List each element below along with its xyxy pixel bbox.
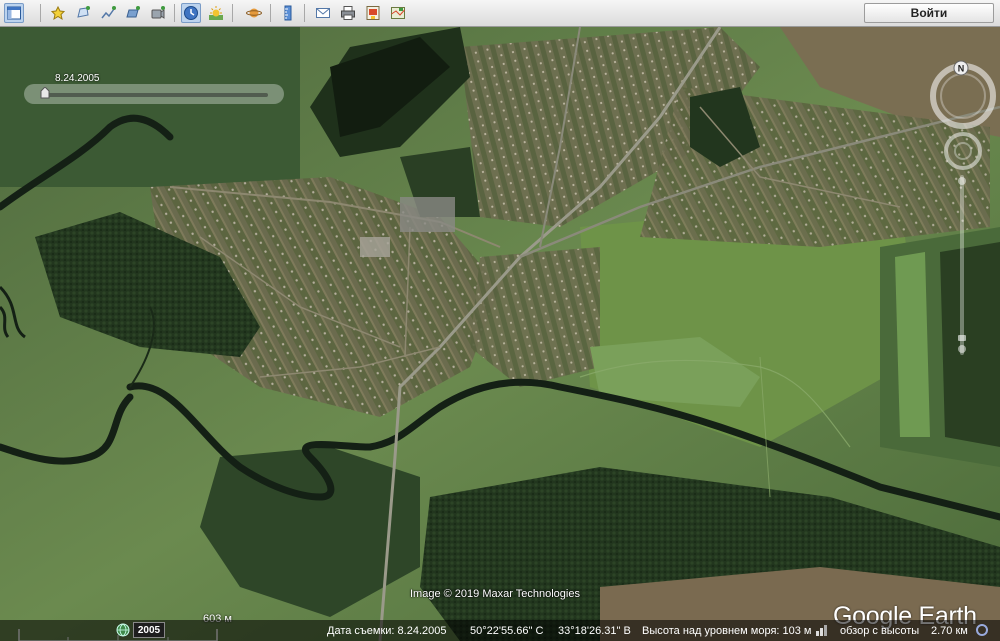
path-icon [101,6,116,19]
ruler-button[interactable] [278,3,298,23]
toolbar-separator [304,4,305,22]
eye-altitude-value: 2.70 км [931,625,968,637]
zoom-slider-thumb[interactable] [958,335,966,341]
toolbar-separator [40,4,41,22]
latitude-readout: 50°22'55.66" С [470,625,544,637]
time-slider-date: 8.24.2005 [55,73,100,84]
placemark-icon [50,5,66,21]
record-tour-button[interactable] [148,3,168,23]
imagery-year-badge[interactable]: 2005 [133,622,165,638]
time-slider-track[interactable] [42,93,268,97]
zoom-in-icon[interactable] [958,177,966,185]
add-polygon-button[interactable] [73,3,93,23]
planet-icon [246,8,262,18]
toolbar-separator [174,4,175,22]
sidebar-icon [7,6,21,20]
sun-icon [209,6,223,20]
historical-time-slider[interactable] [24,84,284,104]
print-button[interactable] [338,3,358,23]
sunlight-button[interactable] [206,3,226,23]
capture-date: Дата съемки: 8.24.2005 [327,625,447,637]
historical-imagery-button[interactable] [181,3,201,23]
map-view-icon [391,7,405,19]
time-slider-thumb[interactable] [40,87,50,99]
zoom-slider[interactable] [957,175,967,355]
toolbar: Войти [0,0,1000,27]
image-overlay-icon [126,6,140,18]
sign-in-button[interactable]: Войти [864,3,994,23]
add-placemark-button[interactable] [48,3,68,23]
compass-ring[interactable]: N [928,59,998,129]
streaming-status-icon [976,624,988,636]
save-image-icon [366,6,380,20]
status-bar: 2005 Дата съемки: 8.24.2005 50°22'55.66"… [0,620,1000,641]
zoom-out-icon[interactable] [958,345,966,353]
print-icon [341,6,355,20]
record-tour-icon [151,6,165,19]
imagery-attribution: Image © 2019 Maxar Technologies [410,588,580,600]
save-image-button[interactable] [363,3,383,23]
toolbar-separator [232,4,233,22]
add-path-button[interactable] [98,3,118,23]
image-overlay-button[interactable] [123,3,143,23]
email-button[interactable] [313,3,333,23]
planets-button[interactable] [244,3,264,23]
email-icon [316,8,330,18]
elevation-readout: Высота над уровнем моря: 103 м [642,625,812,637]
eye-altitude-label: обзор с высоты [840,625,920,637]
globe-icon [116,623,130,637]
compass-north-label: N [958,64,965,74]
longitude-readout: 33°18'26.31" В [558,625,631,637]
look-joystick-icon[interactable] [943,131,983,171]
sidebar-toggle-button[interactable] [4,3,24,23]
satellite-imagery [0,27,1000,641]
streaming-meter-icon [816,625,827,636]
clock-icon [184,6,198,20]
map-viewport[interactable]: 8.24.2005 N Image © 2019 Maxar Technolog… [0,27,1000,641]
ruler-icon [284,5,292,21]
toolbar-separator [270,4,271,22]
polygon-icon [77,6,90,18]
view-in-maps-button[interactable] [388,3,408,23]
